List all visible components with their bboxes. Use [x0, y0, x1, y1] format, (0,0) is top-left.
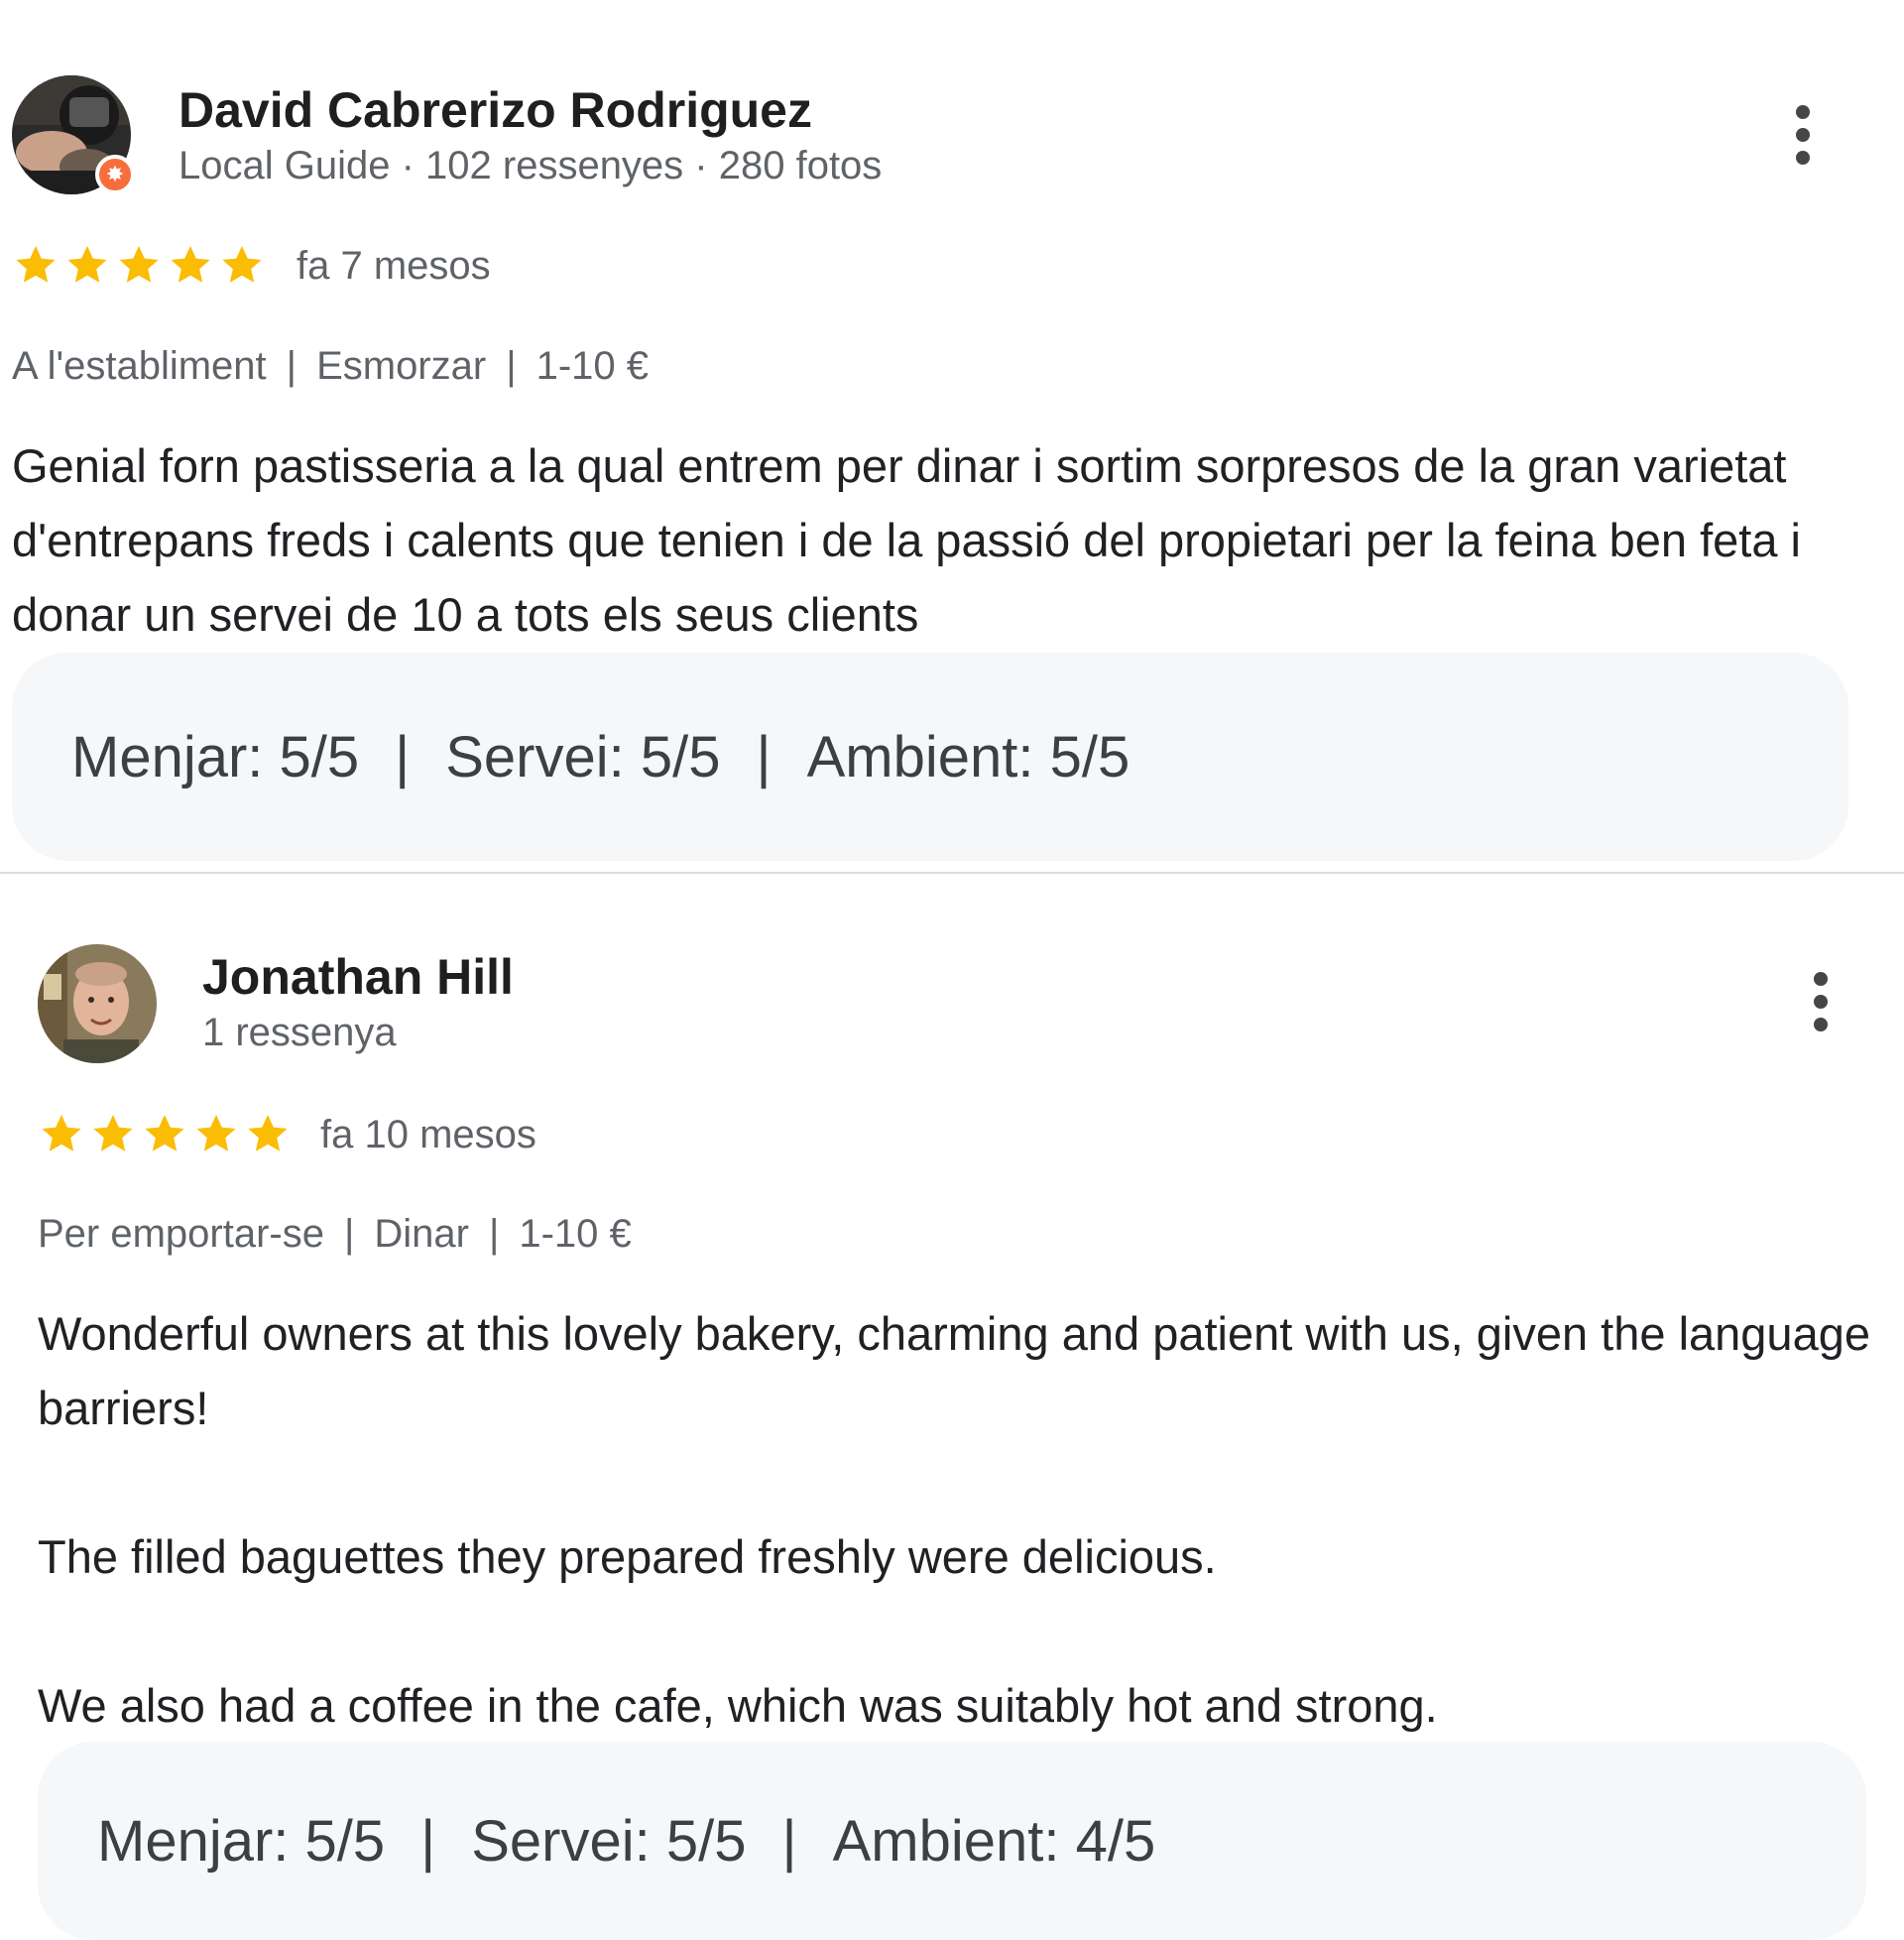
sub-rating: Ambient: 4/5 [832, 1808, 1156, 1874]
more-options-button[interactable] [1791, 962, 1850, 1041]
review-paragraph: Genial forn pastisseria a la qual entrem… [12, 439, 1801, 641]
rating-separator: | [756, 724, 772, 789]
review-tag: Per emportar-se [38, 1212, 324, 1256]
more-options-button[interactable] [1773, 95, 1833, 175]
reviewer-name[interactable]: David Cabrerizo Rodriguez [178, 85, 812, 135]
review-paragraph: The filled baguettes they prepared fresh… [38, 1530, 1217, 1583]
review-tag: 1-10 € [519, 1212, 632, 1256]
review-card: ✸ David Cabrerizo Rodriguez Local Guide … [0, 0, 1904, 873]
review-tags: A l'establiment | Esmorzar | 1-10 € [12, 346, 649, 386]
star-icon [38, 1110, 85, 1157]
review-text: Wonderful owners at this lovely bakery, … [38, 1296, 1872, 1743]
review-time: fa 7 mesos [297, 244, 491, 288]
review-time: fa 10 mesos [320, 1113, 536, 1156]
review-tag: A l'establiment [12, 344, 267, 388]
star-icon [12, 241, 60, 289]
local-guide-badge-icon: ✸ [95, 155, 135, 194]
tag-separator: | [343, 1212, 355, 1256]
review-tag: Esmorzar [316, 344, 487, 388]
sub-rating: Menjar: 5/5 [97, 1808, 386, 1874]
avatar[interactable]: ✸ [12, 75, 135, 194]
star-icon [218, 241, 266, 289]
more-vert-icon [1814, 972, 1828, 986]
sub-ratings: Menjar: 5/5 | Servei: 5/5 | Ambient: 4/5 [38, 1742, 1866, 1940]
reviewer-meta[interactable]: 1 ressenya [202, 1013, 397, 1052]
star-icon [141, 1110, 188, 1157]
star-icon [63, 241, 111, 289]
star-icon [244, 1110, 292, 1157]
star-icon [167, 241, 214, 289]
tag-separator: | [506, 344, 517, 388]
review-divider [0, 872, 1904, 874]
review-text: Genial forn pastisseria a la qual entrem… [12, 428, 1837, 652]
reviewer-name[interactable]: Jonathan Hill [202, 952, 514, 1002]
sub-rating: Servei: 5/5 [471, 1808, 747, 1874]
rating-separator: | [781, 1808, 797, 1874]
star-icon [89, 1110, 137, 1157]
rating-separator: | [420, 1808, 436, 1874]
reviewer-meta[interactable]: Local Guide · 102 ressenyes · 280 fotos [178, 146, 882, 185]
rating-separator: | [395, 724, 411, 789]
sub-rating: Ambient: 5/5 [806, 724, 1130, 789]
star-rating [12, 241, 266, 289]
sub-rating: Menjar: 5/5 [71, 724, 360, 789]
more-vert-icon [1796, 105, 1810, 119]
avatar-photo [38, 944, 157, 1063]
review-tag: 1-10 € [536, 344, 650, 388]
star-rating [38, 1110, 292, 1157]
review-paragraph: We also had a coffee in the cafe, which … [38, 1679, 1438, 1732]
review-tag: Dinar [374, 1212, 469, 1256]
avatar[interactable] [38, 944, 157, 1063]
review-tags: Per emportar-se | Dinar | 1-10 € [38, 1214, 632, 1254]
review-paragraph: Wonderful owners at this lovely bakery, … [38, 1307, 1870, 1434]
tag-separator: | [488, 1212, 500, 1256]
sub-rating: Servei: 5/5 [445, 724, 721, 789]
star-icon [192, 1110, 240, 1157]
sub-ratings: Menjar: 5/5 | Servei: 5/5 | Ambient: 5/5 [12, 653, 1848, 861]
review-card: Jonathan Hill 1 ressenya fa 10 mesos Per… [0, 875, 1904, 1940]
star-icon [115, 241, 163, 289]
tag-separator: | [286, 344, 298, 388]
